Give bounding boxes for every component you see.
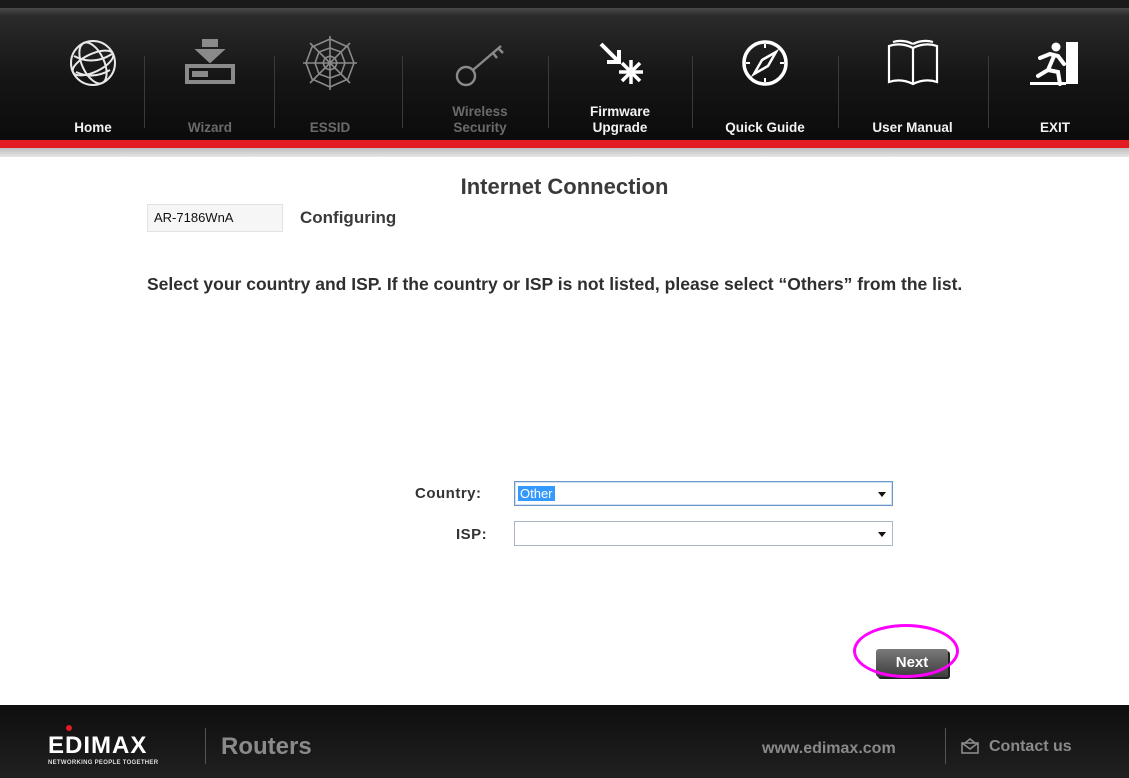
accent-divider xyxy=(0,140,1129,148)
globe-icon xyxy=(70,40,116,86)
nav-divider xyxy=(692,56,693,128)
page-title: Internet Connection xyxy=(460,174,669,199)
nav-divider xyxy=(274,56,275,128)
isp-select[interactable] xyxy=(514,521,893,546)
install-icon xyxy=(185,39,235,84)
status-text: Configuring xyxy=(300,208,397,227)
contact-label: Contact us xyxy=(989,738,1072,755)
logo-wordmark: EDIMAX xyxy=(48,732,148,759)
nav-wizard[interactable]: Wizard xyxy=(150,8,270,148)
nav-user-manual[interactable]: User Manual xyxy=(845,8,980,148)
shadow-divider xyxy=(0,148,1129,157)
book-icon xyxy=(887,39,938,86)
logo-tagline: NETWORKING PEOPLE TOGETHER xyxy=(48,760,159,766)
instruction-text: Select your country and ISP. If the coun… xyxy=(147,274,963,294)
nav-label: ESSID xyxy=(309,120,351,135)
nav-exit[interactable]: EXIT xyxy=(1000,8,1110,148)
nav-divider xyxy=(838,56,839,128)
nav-label: User Manual xyxy=(872,120,953,135)
top-toolbar: Home Wizard ESSID Wireless Security Firm… xyxy=(0,0,1129,140)
website-link[interactable]: www.edimax.com xyxy=(762,740,896,758)
footer-divider xyxy=(205,728,206,764)
firmware-icon xyxy=(599,42,643,84)
key-icon xyxy=(455,45,504,87)
nav-label: Wireless Security xyxy=(452,104,508,135)
country-label: Country: xyxy=(415,485,482,502)
edimax-logo: EDIMAX NETWORKING PEOPLE TOGETHER xyxy=(48,732,188,767)
envelope-icon xyxy=(961,738,979,754)
nav-divider xyxy=(988,56,989,128)
product-name: Routers xyxy=(221,733,312,760)
compass-icon xyxy=(742,40,788,86)
nav-divider xyxy=(402,56,403,128)
nav-home[interactable]: Home xyxy=(48,8,138,148)
chevron-down-icon[interactable] xyxy=(878,492,886,497)
contact-us-link[interactable]: Contact us xyxy=(961,738,1072,756)
country-select[interactable]: Other xyxy=(514,481,893,506)
nav-label: EXIT xyxy=(1039,120,1070,135)
nav-essid[interactable]: ESSID xyxy=(280,8,380,148)
footer-divider xyxy=(945,728,946,764)
nav-wireless-security[interactable]: Wireless Security xyxy=(420,8,540,148)
nav-label: Home xyxy=(74,120,112,135)
model-field: AR-7186WnA xyxy=(147,204,283,232)
spider-web-icon xyxy=(303,36,357,90)
nav-label: Firmware Upgrade xyxy=(589,104,651,135)
nav-firmware-upgrade[interactable]: Firmware Upgrade xyxy=(555,8,685,148)
logo-dot xyxy=(66,725,72,731)
exit-icon xyxy=(1030,42,1078,86)
nav-quick-guide[interactable]: Quick Guide xyxy=(700,8,830,148)
nav-label: Quick Guide xyxy=(725,120,805,135)
nav-label: Wizard xyxy=(187,120,233,135)
chevron-down-icon[interactable] xyxy=(878,532,886,537)
nav-divider xyxy=(144,56,145,128)
next-button[interactable]: Next xyxy=(876,649,948,677)
isp-label: ISP: xyxy=(456,526,488,543)
nav-divider xyxy=(548,56,549,128)
country-selected-value: Other xyxy=(518,486,555,501)
